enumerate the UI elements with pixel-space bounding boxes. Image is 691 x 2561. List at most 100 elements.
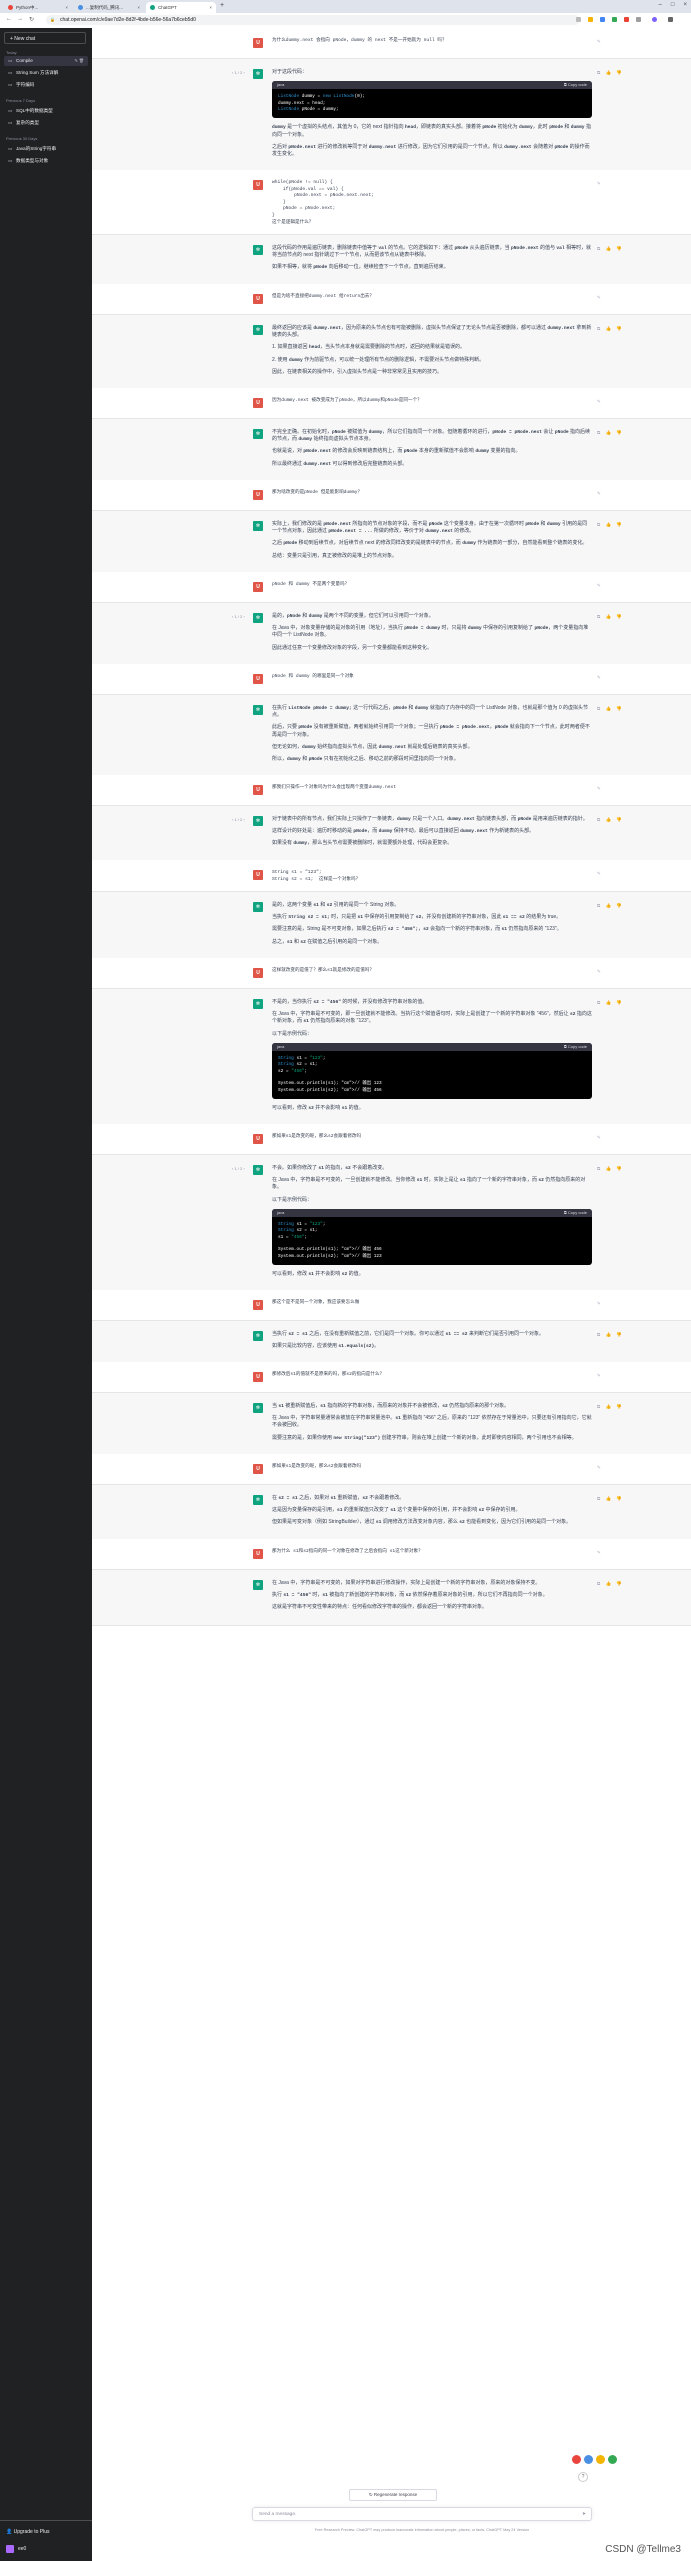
edit-message-icon[interactable]: ✎	[597, 583, 603, 589]
copy-thumbs-icons[interactable]: ⧉ 👍 👎	[597, 1000, 624, 1006]
paragraph: 在 Java 中，字符串是不可变的，即一旦创建就不能修改。当执行这个赋值语句时，…	[272, 1011, 592, 1025]
edit-message-icon[interactable]: ✎	[597, 871, 603, 877]
copy-thumbs-icons[interactable]: ⧉ 👍 👎	[597, 522, 624, 528]
sidebar-item-active[interactable]: ▭ Compile ✎ 🗑	[4, 56, 88, 66]
response-pager[interactable]: ‹ 1 / 2 ›	[232, 614, 245, 619]
response-pager[interactable]: ‹ 1 / 2 ›	[232, 1166, 245, 1171]
bookmark-star-icon[interactable]	[588, 17, 593, 22]
close-icon[interactable]: ×	[209, 5, 212, 10]
edit-delete-icons[interactable]: ✎ 🗑	[74, 56, 84, 66]
sidebar-item[interactable]: ▭ 数据类型与对象	[4, 156, 88, 166]
maximize-icon[interactable]: □	[671, 2, 675, 8]
copy-thumbs-icons[interactable]: ⧉ 👍 👎	[597, 614, 624, 620]
upgrade-label: Upgrade to Plus	[13, 2529, 50, 2535]
sidebar-item[interactable]: ▭ 字符编码	[4, 80, 88, 90]
assistant-message: ✻ 当执行 s2 = s1 之后，在没有重新赋值之前，它们是同一个对象。你可以通过…	[92, 1320, 691, 1364]
edit-message-icon[interactable]: ✎	[597, 675, 603, 681]
puzzle-extensions-icon[interactable]	[636, 17, 641, 22]
user-message: U 因为dummy.next 被改变成为了pNode，所以dummy和pNode是…	[92, 388, 691, 418]
back-arrow-icon[interactable]: ←	[6, 16, 12, 22]
copy-thumbs-icons[interactable]: ⧉ 👍 👎	[597, 1332, 624, 1338]
edit-message-icon[interactable]: ✎	[597, 1135, 603, 1141]
message-text: 最终返回的应该是 dummy.next，因为原来的头节点也有可能被删除，虚拟头节…	[272, 325, 592, 381]
help-question-icon[interactable]: ?	[578, 2472, 588, 2482]
copy-thumbs-icons[interactable]: ⧉ 👍 👎	[597, 1496, 624, 1502]
extension-icon[interactable]	[600, 17, 605, 22]
minimize-icon[interactable]: –	[659, 2, 662, 8]
edit-message-icon[interactable]: ✎	[597, 969, 603, 975]
copy-thumbs-icons[interactable]: ⧉ 👍 👎	[597, 430, 624, 436]
response-pager[interactable]: ‹ 1 / 2 ›	[232, 817, 245, 822]
browser-tab-1[interactable]: Python中... ×	[4, 2, 72, 13]
message-text: 那为啥改变的是pNode 但是能影响dummy？	[272, 490, 592, 497]
forward-arrow-icon[interactable]: →	[17, 16, 23, 22]
paragraph: dummy 是一个虚拟的头结点，其值为 0，它的 next 指针指向 head，…	[272, 124, 591, 138]
copy-thumbs-icons[interactable]: ⧉ 👍 👎	[597, 1404, 624, 1410]
copy-thumbs-icons[interactable]: ⧉ 👍 👎	[597, 903, 624, 909]
code-language: java	[277, 1043, 285, 1049]
new-chat-button[interactable]: + New chat	[4, 32, 86, 44]
profile-avatar[interactable]	[652, 17, 657, 22]
copy-thumbs-icons[interactable]: ⧉ 👍 👎	[597, 706, 624, 712]
paragraph: 实际上，我们修改的是 pNode.next 所指向的节点对象的字段，而不是 pN…	[272, 521, 588, 535]
paragraph: 以下是示例代码：	[272, 1030, 313, 1037]
edit-message-icon[interactable]: ✎	[597, 491, 603, 497]
menu-kebab-icon[interactable]	[668, 17, 673, 22]
response-pager[interactable]: ‹ 1 / 2 ›	[232, 70, 245, 75]
close-icon[interactable]: ×	[65, 5, 68, 10]
user-message: UpNode 和 dummy 的哪里是同一个对象 ✎	[92, 664, 691, 694]
user-message: U 那我们只操作一个对象吗为什么会出现两个变量dummy.next ✎	[92, 775, 691, 805]
copy-thumbs-icons[interactable]: ⧉ 👍 👎	[597, 1581, 624, 1587]
message-text: 这样就改变的是值了？那么s1就是修改的是值吗？	[272, 968, 592, 975]
edit-message-icon[interactable]: ✎	[597, 1373, 603, 1379]
browser-tab-chatgpt[interactable]: ChatGPT ×	[146, 2, 216, 13]
user-message: U 那为什么 s1和s2指向的同一个对象在修改了之后会指向 s1这个新对象？ ✎	[92, 1539, 691, 1569]
edit-message-icon[interactable]: ✎	[597, 399, 603, 405]
sidebar-item[interactable]: ▭ SQL中的数据类型	[4, 106, 88, 116]
copy-code-button[interactable]: ⧉ Copy code	[564, 1043, 587, 1051]
chatgpt-logo-icon: ✻	[253, 1580, 263, 1590]
edit-message-icon[interactable]: ✎	[597, 1301, 603, 1307]
sidebar-item[interactable]: ▭ String Sum 方法详解	[4, 68, 88, 78]
window-controls: – □ ×	[659, 2, 687, 8]
close-window-icon[interactable]: ×	[683, 2, 687, 8]
sidebar-item[interactable]: ▭ 复杂的类型	[4, 118, 88, 128]
user-menu-button[interactable]: ee0	[6, 2545, 26, 2553]
edit-message-icon[interactable]: ✎	[597, 1550, 603, 1556]
sidebar-item-label: SQL中的数据类型	[16, 108, 53, 113]
edit-message-icon[interactable]: ✎	[597, 786, 603, 792]
message-input[interactable]: Send a message. ➤	[252, 2507, 592, 2521]
edit-message-icon[interactable]: ✎	[597, 1465, 603, 1471]
edit-message-icon[interactable]: ✎	[597, 295, 603, 301]
copy-thumbs-icons[interactable]: ⧉ 👍 👎	[597, 1166, 624, 1172]
browser-tab-2[interactable]: ...复制代码_腾讯... ×	[74, 2, 144, 13]
paragraph: 之后 pNode 移动到后续节点，对后续节点 next 的修改同样改变的是链表中…	[272, 540, 588, 547]
copy-thumbs-icons[interactable]: ⧉ 👍 👎	[597, 817, 624, 823]
send-icon[interactable]: ➤	[582, 2508, 586, 2522]
floating-icon[interactable]	[596, 2455, 605, 2464]
floating-icon[interactable]	[608, 2455, 617, 2464]
extension-icon[interactable]	[612, 17, 617, 22]
copy-thumbs-icons[interactable]: ⧉ 👍 👎	[597, 326, 624, 332]
copy-thumbs-icons[interactable]: ⧉ 👍 👎	[597, 70, 624, 76]
copy-code-button[interactable]: ⧉ Copy code	[564, 81, 587, 89]
floating-icon[interactable]	[572, 2455, 581, 2464]
floating-icon[interactable]	[584, 2455, 593, 2464]
share-icon[interactable]	[576, 17, 581, 22]
reload-icon[interactable]: ↻	[29, 16, 34, 23]
regenerate-response-button[interactable]: ↻ Regenerate response	[349, 2489, 437, 2501]
message-text: while(pNode != null) { if(pNode.val == v…	[272, 180, 592, 226]
close-icon[interactable]: ×	[137, 5, 140, 10]
edit-message-icon[interactable]: ✎	[597, 39, 603, 45]
upgrade-plus-button[interactable]: 👤 Upgrade to Plus	[6, 2529, 49, 2535]
paragraph: 这是因为变量保存的是引用，s1 的重新赋值只改变了 s1 这个变量中保存的引用，…	[272, 1507, 521, 1514]
new-tab-plus-icon[interactable]: +	[220, 2, 224, 9]
user-message-text: 那我们只操作一个对象吗为什么会出现两个变量dummy.next	[272, 785, 397, 790]
copy-code-button[interactable]: ⧉ Copy code	[564, 1209, 587, 1217]
edit-message-icon[interactable]: ✎	[597, 181, 603, 187]
sidebar-item[interactable]: ▭ Java的String字符串	[4, 144, 88, 154]
copy-thumbs-icons[interactable]: ⧉ 👍 👎	[597, 246, 624, 252]
sidebar-item-label: 字符编码	[16, 82, 35, 87]
url-input[interactable]: chat.openai.com/c/e9ae7d2e-8d2f-4bde-b56…	[46, 15, 580, 25]
extension-icon[interactable]	[624, 17, 629, 22]
